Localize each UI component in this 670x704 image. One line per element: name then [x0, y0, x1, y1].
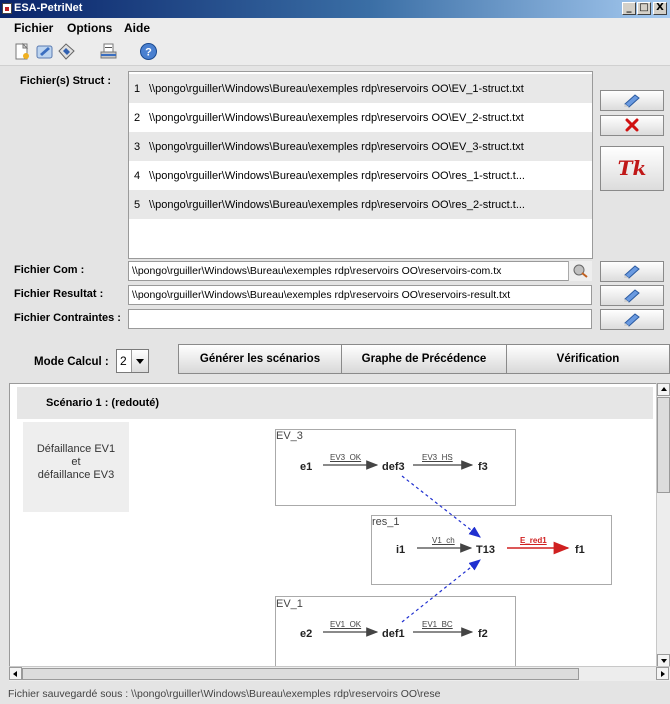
constraints-open-button[interactable] — [600, 309, 664, 330]
app-icon — [2, 3, 12, 14]
maximize-button[interactable]: □ — [637, 2, 651, 15]
help-icon[interactable]: ? — [138, 41, 159, 62]
struct-label: Fichier(s) Struct : — [20, 75, 112, 87]
scroll-right-icon[interactable] — [656, 667, 669, 680]
open-icon[interactable] — [34, 41, 55, 62]
com-file-field[interactable]: \\pongo\rguiller\Windows\Bureau\exemples… — [128, 261, 592, 281]
struct-file-row[interactable]: 2 \\pongo\rguiller\Windows\Bureau\exempl… — [129, 103, 592, 132]
delete-icon — [625, 118, 639, 132]
dependency-def1-t13 — [401, 559, 481, 623]
precedence-graph-button[interactable]: Graphe de Précédence — [341, 344, 507, 374]
save-icon[interactable] — [98, 41, 119, 62]
com-browse-icon[interactable] — [568, 261, 592, 281]
com-label: Fichier Com : — [14, 264, 85, 276]
remove-struct-file-button[interactable] — [600, 115, 664, 136]
vertical-scrollbar[interactable] — [656, 383, 670, 668]
petri-arcs — [323, 460, 570, 637]
add-struct-file-button[interactable] — [600, 90, 664, 111]
status-text: Fichier sauvegardé sous : \\pongo\rguill… — [8, 688, 441, 700]
svg-text:?: ? — [145, 47, 152, 59]
edit-icon[interactable] — [56, 41, 77, 62]
constraints-label: Fichier Contraintes : — [14, 312, 121, 324]
open-file-icon — [624, 94, 640, 108]
chevron-down-icon[interactable] — [131, 350, 148, 372]
verification-button[interactable]: Vérification — [506, 344, 670, 374]
tk-logo-icon: Tk — [617, 156, 647, 180]
menu-aide[interactable]: Aide — [124, 21, 150, 35]
struct-file-list[interactable]: 1 \\pongo\rguiller\Windows\Bureau\exempl… — [128, 71, 593, 259]
close-window-button[interactable]: X — [653, 2, 667, 15]
new-file-icon[interactable] — [12, 41, 33, 62]
tk-button[interactable]: Tk — [600, 146, 664, 191]
toolbar: ? — [0, 37, 670, 66]
struct-file-row[interactable]: 3 \\pongo\rguiller\Windows\Bureau\exempl… — [129, 132, 592, 161]
mode-label: Mode Calcul : — [34, 356, 109, 368]
open-file-icon — [624, 289, 640, 303]
menu-options[interactable]: Options — [67, 21, 112, 35]
struct-file-row[interactable]: 1 \\pongo\rguiller\Windows\Bureau\exempl… — [129, 74, 592, 103]
generate-scenarios-button[interactable]: Générer les scénarios — [178, 344, 342, 374]
result-open-button[interactable] — [600, 285, 664, 306]
open-file-icon — [624, 265, 640, 279]
title-bar: ESA-PetriNet _ □ X — [0, 0, 670, 18]
struct-file-row[interactable]: 5 \\pongo\rguiller\Windows\Bureau\exempl… — [129, 190, 592, 219]
com-open-button[interactable] — [600, 261, 664, 282]
minimize-button[interactable]: _ — [622, 2, 636, 15]
mode-select[interactable]: 2 — [116, 349, 149, 373]
result-label: Fichier Resultat : — [14, 288, 104, 300]
horizontal-scrollbar[interactable] — [9, 666, 670, 681]
scroll-left-icon[interactable] — [9, 667, 22, 680]
horizontal-scroll-thumb[interactable] — [22, 668, 579, 680]
struct-file-row[interactable]: 4 \\pongo\rguiller\Windows\Bureau\exempl… — [129, 161, 592, 190]
window-title: ESA-PetriNet — [14, 2, 83, 14]
constraints-file-field[interactable] — [128, 309, 592, 329]
dependency-def3-t13 — [401, 475, 481, 538]
open-file-icon — [624, 313, 640, 327]
scenario-panel[interactable]: Scénario 1 : (redouté) Défaillance EV1 e… — [9, 383, 659, 668]
menu-fichier[interactable]: Fichier — [14, 21, 53, 35]
result-file-field[interactable]: \\pongo\rguiller\Windows\Bureau\exemples… — [128, 285, 592, 305]
vertical-scroll-thumb[interactable] — [657, 397, 670, 493]
scroll-up-icon[interactable] — [657, 383, 670, 396]
menu-bar: Fichier Options Aide — [0, 18, 670, 37]
status-bar: Fichier sauvegardé sous : \\pongo\rguill… — [0, 684, 670, 704]
mode-value: 2 — [120, 354, 127, 368]
